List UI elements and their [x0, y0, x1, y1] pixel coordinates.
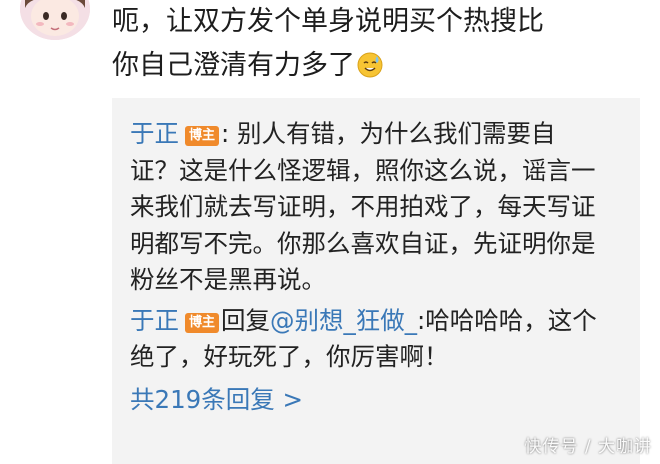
- weibo-comment-screen: 呃，让双方发个单身说明买个热搜比 你自己澄清有力多了 于正 博主: 别人有错，为什…: [0, 0, 660, 464]
- reply-box: 于正 博主: 别人有错，为什么我们需要自证？这是什么怪逻辑，照你这么说，谣言一来我…: [112, 98, 640, 464]
- comment-line: 呃，让双方发个单身说明买个热搜比: [112, 6, 544, 37]
- watermark: 快传号 / 大咖讲: [524, 437, 652, 457]
- comment-line-text: 你自己澄清有力多了: [112, 50, 355, 81]
- comment-line: 你自己澄清有力多了: [112, 44, 652, 88]
- reply-word: 回复: [221, 305, 271, 335]
- mention-link[interactable]: @别想_狂做_: [270, 306, 417, 335]
- blogger-badge: 博主: [185, 126, 220, 146]
- reply-item: 于正 博主: 别人有错，为什么我们需要自证？这是什么怪逻辑，照你这么说，谣言一来我…: [130, 116, 600, 299]
- blogger-badge: 博主: [185, 312, 220, 333]
- reply-item: 于正 博主 回复@别想_狂做_:哈哈哈哈，这个绝了，好玩死了，你厉害啊！: [130, 303, 600, 376]
- comment-text: 呃，让双方发个单身说明买个热搜比 你自己澄清有力多了: [112, 0, 652, 88]
- reply-username[interactable]: 于正: [130, 119, 179, 148]
- more-replies-link[interactable]: 共219条回复 >: [130, 382, 600, 418]
- reply-username[interactable]: 于正: [130, 306, 179, 335]
- reply-list: 于正 博主: 别人有错，为什么我们需要自证？这是什么怪逻辑，照你这么说，谣言一来我…: [130, 116, 600, 418]
- avatar[interactable]: [20, 0, 90, 40]
- sweat-smile-icon: [357, 48, 383, 78]
